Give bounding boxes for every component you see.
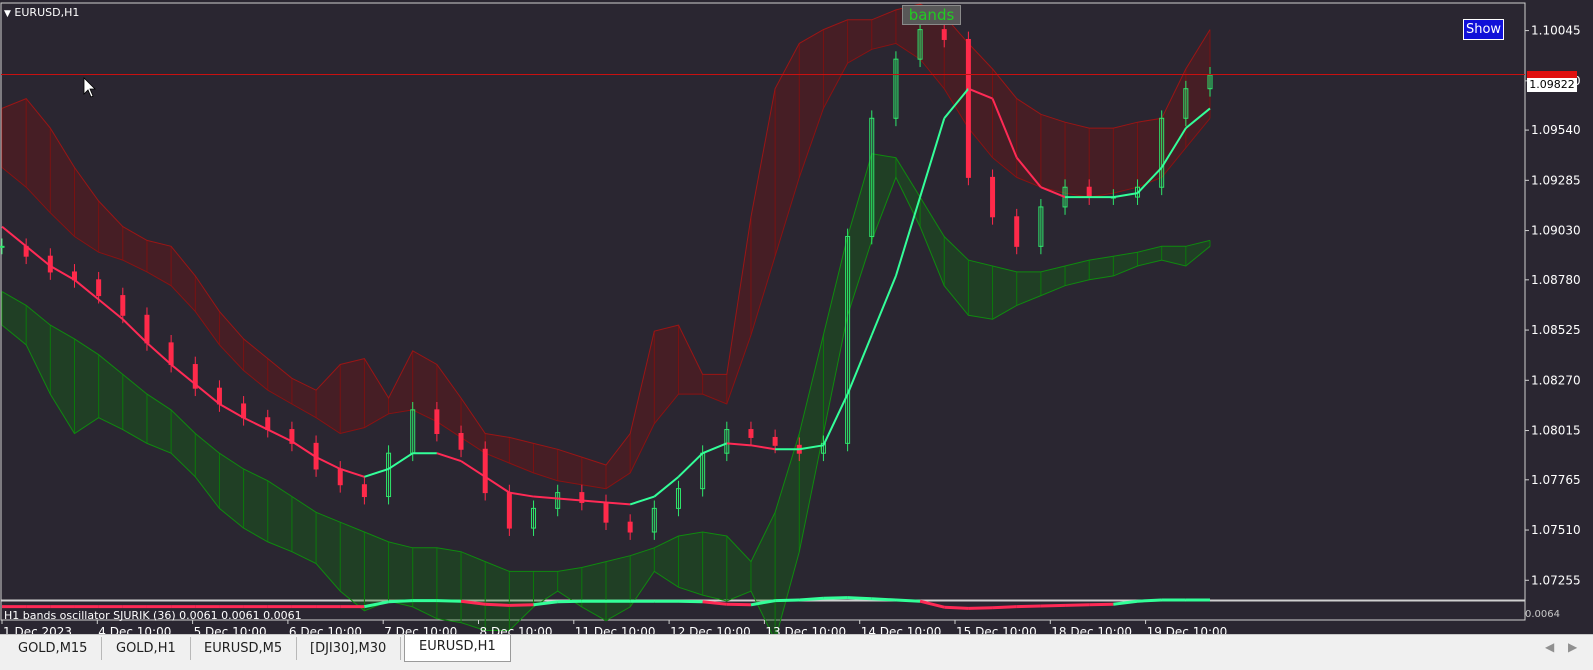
price-candle-body xyxy=(1086,186,1092,198)
y-tick-label: 1.09285 xyxy=(1531,173,1581,187)
symbol-label[interactable]: ▼ EURUSD,H1 xyxy=(4,6,79,19)
y-tick-label: 1.08270 xyxy=(1531,373,1581,387)
price-candle-body xyxy=(506,492,512,529)
x-tick-label: 11 Dec 10:00 xyxy=(575,625,656,634)
y-tick-label: 1.07765 xyxy=(1531,473,1581,487)
scroll-right-icon[interactable]: ▶ xyxy=(1568,640,1577,654)
oscillator-segment xyxy=(871,597,896,602)
price-candle-body xyxy=(96,279,102,297)
scroll-left-icon[interactable]: ◀ xyxy=(1545,640,1554,654)
oscillator-segment xyxy=(1089,602,1114,607)
y-tick-label: 1.10045 xyxy=(1531,24,1581,38)
price-candle-body xyxy=(941,29,947,40)
x-tick-label: 7 Dec 10:00 xyxy=(384,625,457,634)
oscillator-segment xyxy=(388,599,413,604)
tab-gold-h1[interactable]: GOLD,H1 xyxy=(102,637,191,660)
bands-indicator-label[interactable]: bands xyxy=(902,5,961,25)
chart-tabs-bar: GOLD,M15 GOLD,H1 EURUSD,M5 [DJI30],M30 E… xyxy=(0,634,1593,670)
price-candle-body xyxy=(120,295,126,316)
tab-dji30-m30[interactable]: [DJI30],M30 xyxy=(296,637,402,660)
oscillator-segment xyxy=(678,599,703,604)
x-tick-label: 6 Dec 10:00 xyxy=(289,625,362,634)
oscillator-segment xyxy=(1137,598,1162,603)
price-candle-body xyxy=(337,468,343,486)
x-tick-label: 12 Dec 10:00 xyxy=(670,625,751,634)
oscillator-segment xyxy=(485,602,510,607)
oscillator-segment xyxy=(799,596,824,602)
show-button[interactable]: Show xyxy=(1463,19,1504,40)
tab-eurusd-h1[interactable]: EURUSD,H1 xyxy=(404,635,511,662)
x-tick-label: 5 Dec 10:00 xyxy=(194,625,267,634)
tab-eurusd-m5[interactable]: EURUSD,M5 xyxy=(190,637,298,660)
y-tick-label: 1.07510 xyxy=(1531,523,1581,537)
price-candle-body xyxy=(965,38,971,178)
x-tick-label: 14 Dec 10:00 xyxy=(861,625,942,634)
price-tag-marker xyxy=(1527,71,1577,78)
oscillator-axis-value: 0.0064 xyxy=(1525,609,1560,620)
oscillator-segment xyxy=(895,598,921,603)
y-tick-label: 1.08525 xyxy=(1531,323,1581,337)
chart-area[interactable]: 1.100451.097901.095401.092851.090301.087… xyxy=(0,0,1593,669)
x-tick-label: 4 Dec 10:00 xyxy=(98,625,171,634)
oscillator-segment xyxy=(823,596,848,600)
price-chart[interactable]: 1.100451.097901.095401.092851.090301.087… xyxy=(0,0,1593,642)
symbol-label-text: EURUSD,H1 xyxy=(14,6,80,19)
price-candle-body xyxy=(603,501,609,523)
oscillator-segment xyxy=(775,598,800,603)
x-tick-label: 8 Dec 10:00 xyxy=(480,625,553,634)
oscillator-segment xyxy=(1040,603,1066,608)
x-tick-label: 19 Dec 10:00 xyxy=(1147,625,1228,634)
oscillator-segment xyxy=(847,596,872,601)
oscillator-segment xyxy=(726,602,751,607)
dropdown-triangle-icon[interactable]: ▼ xyxy=(4,9,11,19)
price-candle-body xyxy=(482,448,488,494)
y-tick-label: 1.09030 xyxy=(1531,224,1581,238)
price-candle-body xyxy=(748,429,754,438)
x-tick-label: 15 Dec 10:00 xyxy=(956,625,1037,634)
oscillator-segment xyxy=(992,605,1017,610)
x-tick-label: 1 Dec 2023 xyxy=(3,625,72,634)
price-candle-body xyxy=(458,433,464,450)
current-price-tag: 1.09822 xyxy=(1527,78,1577,92)
oscillator-segment xyxy=(1016,604,1041,609)
price-candle-body xyxy=(990,176,996,218)
oscillator-label: H1 bands oscillator SJURIK (36) 0.0061 0… xyxy=(4,609,302,622)
price-candle-body xyxy=(0,245,5,248)
tab-gold-m15[interactable]: GOLD,M15 xyxy=(4,637,103,660)
y-tick-label: 1.09540 xyxy=(1531,123,1581,137)
x-tick-label: 18 Dec 10:00 xyxy=(1051,625,1132,634)
y-tick-label: 1.08015 xyxy=(1531,424,1581,438)
price-candle-body xyxy=(144,314,150,344)
oscillator-segment xyxy=(436,599,462,603)
x-tick-label: 13 Dec 10:00 xyxy=(765,625,846,634)
oscillator-segment xyxy=(509,603,534,607)
price-candle-body xyxy=(434,409,440,435)
oscillator-segment xyxy=(944,605,969,610)
oscillator-segment xyxy=(968,606,993,610)
oscillator-segment xyxy=(1065,603,1090,607)
price-candle-body xyxy=(772,436,778,446)
price-candle-body xyxy=(627,521,633,533)
price-candle-body xyxy=(168,342,174,366)
y-tick-label: 1.07255 xyxy=(1531,573,1581,587)
price-candle-body xyxy=(241,403,247,419)
y-tick-label: 1.08780 xyxy=(1531,273,1581,287)
price-candle-body xyxy=(1014,216,1020,247)
price-candle-body xyxy=(361,484,367,498)
oscillator-segment xyxy=(557,599,582,604)
